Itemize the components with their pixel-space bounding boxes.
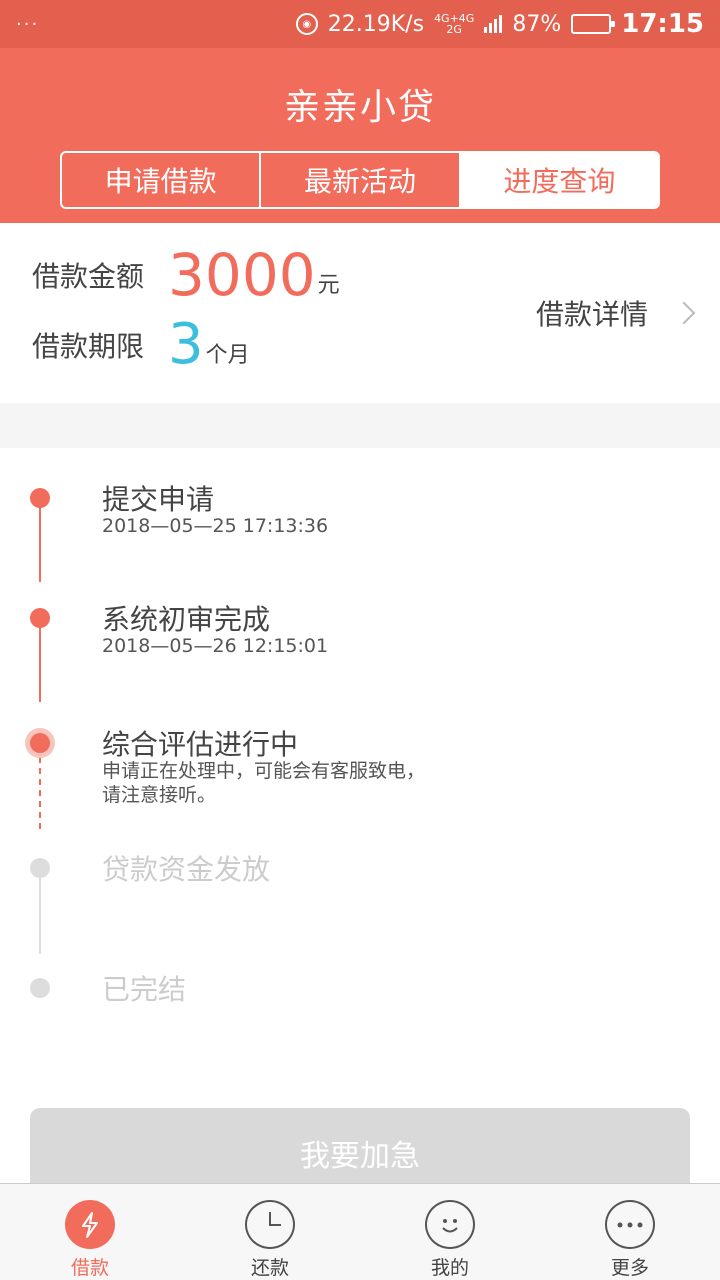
status-bar: ··· ◉ 22.19K/s 4G+4G 2G 87% 17:15	[0, 0, 720, 48]
smiley-icon	[425, 1200, 475, 1249]
nav-item-mine[interactable]: 我的	[360, 1184, 540, 1280]
lightning-icon	[65, 1200, 115, 1249]
step-pending-dot-icon	[30, 858, 50, 878]
amount-label: 借款金额	[32, 260, 145, 293]
step-pending-dot-icon	[30, 978, 50, 998]
amount-row: 借款金额 3000 元	[32, 245, 340, 305]
clock-time: 17:15	[621, 9, 704, 39]
bottom-nav: 借款 还款 我的 更多	[0, 1183, 720, 1280]
step-timestamp: 2018—05—26 12:15:01	[102, 635, 329, 657]
amount-value: 3000	[168, 241, 316, 309]
step-current-dot-icon	[30, 733, 50, 753]
nav-item-more[interactable]: 更多	[540, 1184, 720, 1280]
nav-label: 更多	[610, 1257, 649, 1279]
step-title: 提交申请	[102, 483, 215, 516]
timeline-connector	[39, 620, 41, 702]
chevron-right-icon	[672, 301, 696, 325]
nav-item-repay[interactable]: 还款	[180, 1184, 360, 1280]
network-speed-icon: ◉	[295, 13, 318, 35]
app-header: 亲亲小贷 申请借款 最新活动 进度查询	[0, 48, 720, 223]
term-row: 借款期限 3 个月	[32, 315, 250, 375]
nav-item-borrow[interactable]: 借款	[0, 1184, 180, 1280]
progress-timeline: 提交申请 2018—05—25 17:13:36 系统初审完成 2018—05—…	[0, 448, 720, 1198]
battery-icon	[571, 14, 616, 34]
nav-label: 我的	[430, 1257, 469, 1279]
signal-icon	[484, 15, 503, 33]
tab-bar: 申请借款 最新活动 进度查询	[60, 151, 660, 209]
step-title: 系统初审完成	[102, 603, 271, 636]
timeline-connector	[39, 746, 41, 834]
loan-details-link[interactable]: 借款详情	[535, 293, 696, 333]
loan-summary-card: 借款金额 3000 元 借款期限 3 个月 借款详情	[0, 223, 720, 403]
notification-dots-icon: ···	[16, 13, 40, 35]
clock-icon	[245, 1200, 295, 1249]
app-title: 亲亲小贷	[283, 87, 436, 128]
battery-percent: 87%	[512, 11, 562, 37]
step-description: 申请正在处理中，可能会有客服致电，请注意接听。	[102, 760, 426, 806]
term-value: 3	[168, 312, 204, 377]
term-unit: 个月	[205, 343, 250, 368]
step-timestamp: 2018—05—25 17:13:36	[102, 515, 329, 537]
tab-progress-query[interactable]: 进度查询	[460, 153, 658, 207]
amount-unit: 元	[317, 273, 340, 298]
step-title: 已完结	[102, 973, 187, 1006]
step-done-dot-icon	[30, 488, 50, 508]
nav-label: 借款	[70, 1257, 109, 1279]
more-dots-icon	[605, 1200, 655, 1249]
timeline-connector	[39, 500, 41, 582]
step-title: 综合评估进行中	[102, 728, 299, 761]
network-speed: 22.19K/s	[327, 11, 425, 37]
loan-details-label: 借款详情	[535, 298, 648, 331]
tab-apply-loan[interactable]: 申请借款	[62, 153, 262, 207]
step-done-dot-icon	[30, 608, 50, 628]
tab-latest-activities[interactable]: 最新活动	[261, 153, 461, 207]
network-type: 4G+4G 2G	[434, 12, 475, 36]
nav-label: 还款	[250, 1257, 289, 1279]
step-title: 贷款资金发放	[102, 853, 271, 886]
term-label: 借款期限	[32, 330, 145, 363]
timeline-connector	[39, 870, 41, 954]
